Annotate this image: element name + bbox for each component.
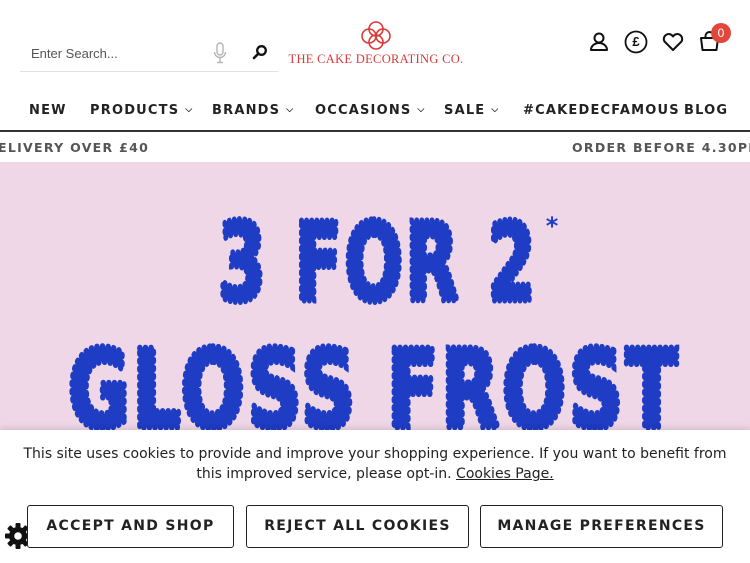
nav-item-cakedecfamous[interactable]: #CAKEDECFAMOUS — [523, 103, 680, 118]
nav-item-blog[interactable]: BLOG — [684, 103, 728, 118]
search-icon[interactable] — [252, 44, 268, 60]
nav-label: BRANDS — [212, 103, 281, 118]
search-input[interactable] — [31, 43, 211, 63]
nav-item-occasions[interactable]: OCCASIONS ⌵ — [315, 103, 426, 118]
brand-logo[interactable]: THE CAKE DECORATING CO. — [288, 20, 464, 72]
promo-delivery-text: ELIVERY OVER £40 — [0, 140, 150, 155]
microphone-icon[interactable] — [212, 42, 228, 64]
nav-label: SALE — [444, 103, 486, 118]
nav-item-sale[interactable]: SALE ⌵ — [444, 103, 499, 118]
nav-label: PRODUCTS — [90, 103, 180, 118]
hero-banner[interactable]: 3 FOR 2 * GLOSS FROST — [0, 162, 750, 430]
currency-symbol: £ — [632, 34, 640, 49]
nav-item-new[interactable]: NEW — [29, 103, 67, 118]
search-bar — [20, 32, 278, 72]
manage-preferences-button[interactable]: MANAGE PREFERENCES — [480, 505, 723, 548]
cookie-message: This site uses cookies to provide and im… — [10, 444, 740, 484]
chevron-down-icon: ⌵ — [491, 105, 500, 115]
nav-label: NEW — [29, 103, 67, 118]
hero-graphic: 3 FOR 2 * GLOSS FROST — [65, 198, 680, 431]
site-header: THE CAKE DECORATING CO. £ 0 — [0, 0, 750, 92]
main-nav: NEW PRODUCTS ⌵ BRANDS ⌵ OCCASIONS ⌵ SALE ⌵ #… — [0, 92, 750, 132]
chevron-down-icon: ⌵ — [417, 105, 426, 115]
basket-count-badge: 0 — [711, 23, 731, 43]
accept-and-shop-button[interactable]: ACCEPT AND SHOP — [27, 505, 234, 548]
reject-all-cookies-button[interactable]: REJECT ALL COOKIES — [246, 505, 469, 548]
nav-item-products[interactable]: PRODUCTS ⌵ — [90, 103, 193, 118]
nav-label: BLOG — [684, 103, 729, 118]
account-icon[interactable] — [586, 29, 612, 55]
hero-line2: GLOSS FROST — [68, 328, 680, 430]
brand-name: THE CAKE DECORATING CO. — [288, 52, 464, 66]
chevron-down-icon: ⌵ — [185, 105, 194, 115]
logo-mark-icon — [361, 21, 391, 50]
promo-strip: ELIVERY OVER £40 ORDER BEFORE 4.30PM FO — [0, 133, 750, 162]
promo-order-text: ORDER BEFORE 4.30PM FO — [572, 140, 750, 155]
chevron-down-icon: ⌵ — [286, 105, 295, 115]
hero-line1: 3 FOR 2 — [218, 201, 538, 326]
nav-label: #CAKEDECFAMOUS — [523, 103, 680, 118]
hero-asterisk: * — [546, 212, 559, 240]
nav-label: OCCASIONS — [315, 103, 412, 118]
cookie-banner: This site uses cookies to provide and im… — [0, 430, 750, 563]
cookies-page-link[interactable]: Cookies Page. — [456, 466, 554, 482]
cookie-message-text: This site uses cookies to provide and im… — [23, 446, 727, 482]
wishlist-heart-icon[interactable] — [660, 29, 686, 55]
currency-icon[interactable]: £ — [623, 29, 649, 55]
nav-item-brands[interactable]: BRANDS ⌵ — [212, 103, 294, 118]
